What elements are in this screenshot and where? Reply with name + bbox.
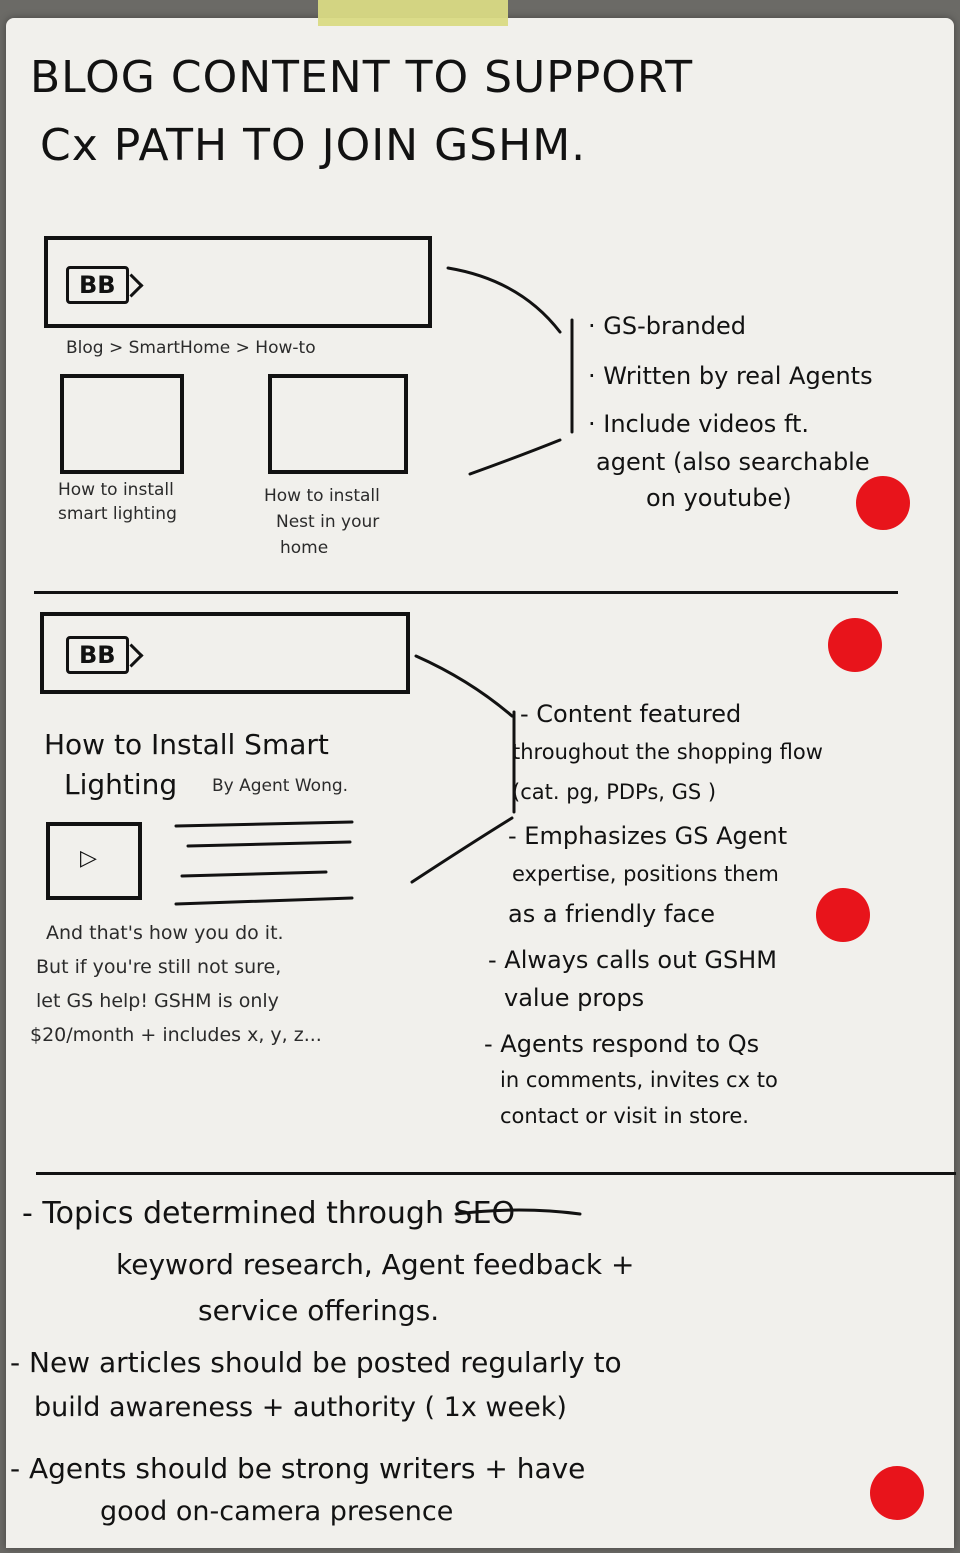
sketch-connector-lines: [174, 266, 582, 1216]
